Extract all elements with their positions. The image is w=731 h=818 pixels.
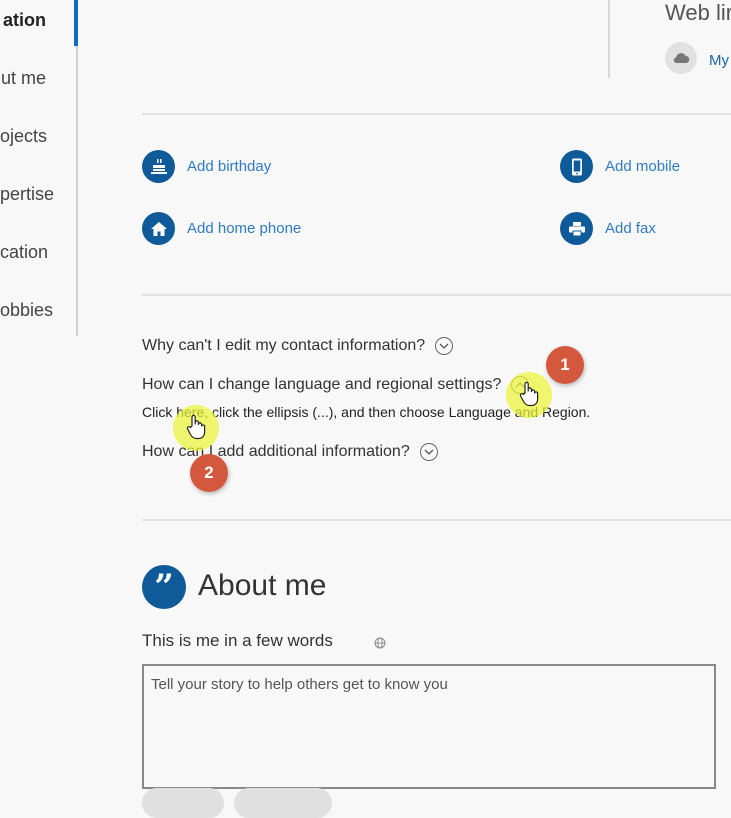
faq-question-language-settings[interactable]: How can I change language and regional s… [142, 376, 530, 394]
about-me-textarea[interactable] [142, 664, 716, 789]
step-marker: 2 [190, 454, 228, 492]
step-marker: 1 [546, 346, 584, 384]
nav-item-projects[interactable]: ojects [0, 116, 76, 156]
faq-question-text: Why can't I edit my contact information? [142, 337, 426, 354]
section-divider [142, 294, 731, 296]
faq-question-text: How can I change language and regional s… [142, 376, 502, 393]
chevron-down-icon[interactable] [435, 337, 454, 355]
nav-item-education[interactable]: cation [0, 232, 76, 272]
globe-icon[interactable] [374, 637, 386, 649]
add-home-phone-link[interactable]: Add home phone [142, 212, 301, 245]
add-mobile-label: Add mobile [605, 158, 681, 175]
home-icon [142, 212, 175, 245]
about-me-heading: About me [198, 569, 327, 602]
nav-item-contact-information[interactable]: ation [0, 0, 76, 40]
nav-item-about-me[interactable]: ut me [0, 58, 76, 98]
add-home-phone-label: Add home phone [187, 220, 302, 237]
add-birthday-label: Add birthday [187, 158, 272, 175]
save-button[interactable] [142, 788, 224, 818]
web-links-heading: Web lir [665, 0, 731, 25]
chevron-down-icon[interactable] [419, 443, 438, 461]
about-me-subheading: This is me in a few words [142, 631, 333, 650]
add-birthday-link[interactable]: Add birthday [142, 150, 271, 183]
onedrive-link[interactable]: My [709, 52, 729, 69]
hand-cursor-icon [519, 381, 539, 407]
faq-question-edit-contact[interactable]: Why can't I edit my contact information? [142, 337, 454, 355]
section-divider [142, 113, 731, 115]
quote-icon: ” [142, 565, 186, 609]
nav-item-expertise[interactable]: pertise [0, 174, 76, 214]
add-fax-link[interactable]: Add fax [560, 212, 656, 245]
printer-icon [560, 212, 593, 245]
column-divider [608, 0, 610, 78]
add-fax-label: Add fax [605, 220, 656, 237]
section-divider [142, 519, 731, 521]
nav-item-hobbies[interactable]: obbies [0, 290, 76, 330]
mobile-phone-icon [560, 150, 593, 183]
hand-cursor-icon [186, 414, 206, 440]
cloud-icon [665, 42, 697, 74]
add-mobile-link[interactable]: Add mobile [560, 150, 680, 183]
cake-icon [142, 150, 175, 183]
cancel-button[interactable] [234, 788, 332, 818]
profile-section-nav: ation ut me ojects pertise cation obbies [0, 0, 78, 336]
